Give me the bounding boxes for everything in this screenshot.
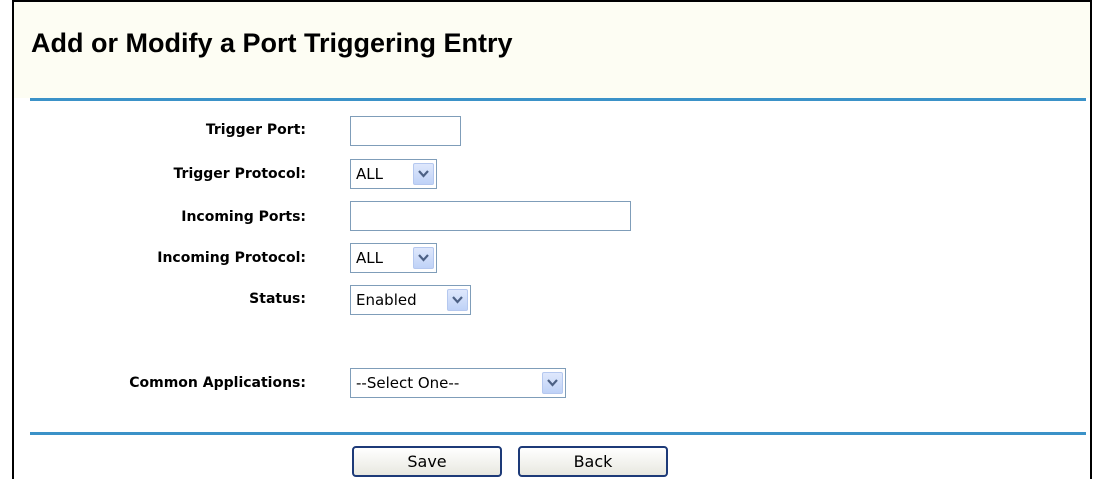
page-title: Add or Modify a Port Triggering Entry (31, 28, 513, 58)
common-applications-select[interactable]: --Select One-- (350, 368, 566, 398)
trigger-protocol-select[interactable]: ALL (350, 159, 437, 189)
incoming-ports-input[interactable] (350, 201, 631, 231)
back-button[interactable]: Back (518, 446, 668, 477)
main-frame: Add or Modify a Port Triggering Entry Tr… (12, 0, 1092, 479)
chevron-down-icon[interactable] (413, 247, 434, 269)
incoming-protocol-label: Incoming Protocol: (157, 250, 306, 266)
chevron-down-icon[interactable] (542, 372, 563, 394)
chevron-down-icon[interactable] (413, 163, 434, 185)
status-label: Status: (249, 291, 306, 307)
incoming-protocol-select[interactable]: ALL (350, 243, 437, 273)
status-select[interactable]: Enabled (350, 285, 471, 315)
trigger-port-label: Trigger Port: (205, 122, 306, 138)
top-divider (30, 98, 1086, 101)
common-applications-value: --Select One-- (356, 374, 460, 392)
status-value: Enabled (356, 291, 417, 309)
trigger-protocol-label: Trigger Protocol: (173, 166, 306, 182)
incoming-protocol-value: ALL (356, 249, 383, 267)
save-button[interactable]: Save (352, 446, 502, 477)
bottom-divider (30, 432, 1086, 435)
chevron-down-icon[interactable] (447, 289, 468, 311)
incoming-ports-label: Incoming Ports: (181, 209, 306, 225)
title-bar: Add or Modify a Port Triggering Entry (14, 2, 1090, 98)
trigger-protocol-value: ALL (356, 165, 383, 183)
trigger-port-input[interactable] (350, 116, 461, 146)
common-applications-label: Common Applications: (129, 375, 306, 391)
